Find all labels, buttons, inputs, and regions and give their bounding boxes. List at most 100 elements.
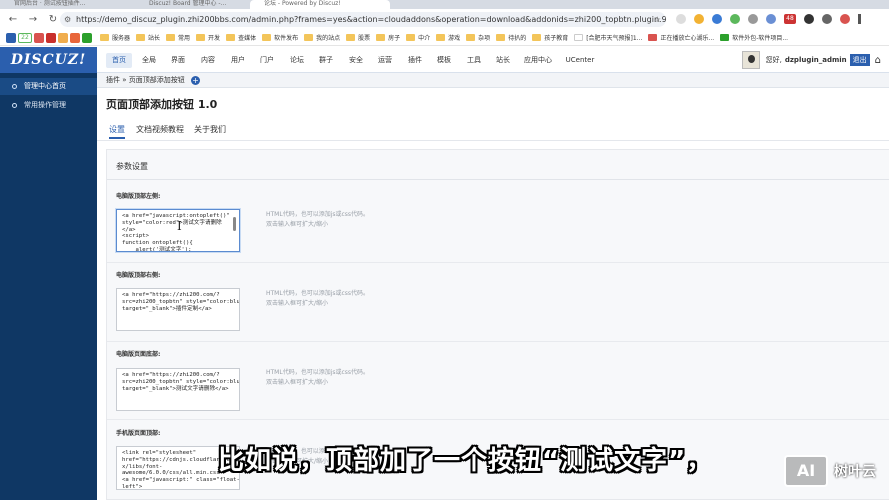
folder-icon — [406, 34, 416, 41]
textarea-scrollbar[interactable] — [233, 211, 237, 247]
bookmark-outsourcing[interactable]: 软件外包-软件项目... — [720, 33, 788, 42]
nav-plugins[interactable]: 插件 — [404, 53, 426, 68]
bookmark-folder-common[interactable]: 常用 — [166, 33, 190, 42]
browser-tab-3-active[interactable]: 论坛 - Powered by Discuz! — [250, 0, 390, 9]
breadcrumb: 插件 » 页面顶部添加按钮 + — [97, 73, 889, 88]
nav-users[interactable]: 用户 — [227, 53, 249, 68]
browser-toolbar: ← → ↻ ⚙ https://demo_discuz_plugin.zhi20… — [0, 9, 889, 30]
browser-tab-strip: 官网后台 · 测试按钮插件... Discuz! Board 管理中心 -...… — [0, 0, 889, 9]
hint-line-1: HTML代码，也可以添加js或css代码。 — [266, 369, 370, 376]
tab-video-tutorials[interactable]: 文档视频教程 — [136, 124, 184, 135]
nav-interface[interactable]: 界面 — [167, 53, 189, 68]
extension-badge-icon[interactable]: 48 — [784, 14, 796, 24]
bookmark-folder-dev[interactable]: 开发 — [196, 33, 220, 42]
bookmarks-bar: 22 服务器 站长 常用 开发 查媒体 软件发布 我的站点 股票 房子 中介 游… — [0, 30, 889, 46]
bookmark-weather[interactable]: [合肥市天气预报]1... — [574, 33, 642, 42]
section-title: 参数设置 — [116, 162, 148, 171]
profile-icon[interactable] — [840, 14, 850, 24]
nav-portal[interactable]: 门户 — [256, 53, 278, 68]
home-icon[interactable]: ⌂ — [875, 55, 881, 66]
sidebar-item-admin-home[interactable]: 管理中心首页 — [0, 78, 97, 95]
extension-icon-4[interactable] — [730, 14, 740, 24]
field-hint-pc-top-left: HTML代码，也可以添加js或css代码。 双击输入框可扩大/缩小 — [266, 210, 369, 230]
bookmark-app-icon-1[interactable] — [6, 32, 16, 43]
extension-icon-6[interactable] — [766, 14, 776, 24]
nav-templates[interactable]: 模板 — [433, 53, 455, 68]
bookmark-folder-house[interactable]: 房子 — [376, 33, 400, 42]
extension-icon-3[interactable] — [712, 14, 722, 24]
extension-icon-1[interactable] — [676, 14, 686, 24]
watermark-logo: AI 树叶云 — [784, 454, 884, 488]
hint-line-1: HTML代码，也可以添加js或css代码。 — [266, 211, 370, 218]
textarea-pc-top-right[interactable]: <a href="https://zhi200.com/? src=zhi200… — [116, 288, 240, 331]
bookmark-folder-admin[interactable]: 站长 — [136, 33, 160, 42]
site-info-icon[interactable]: ⚙ — [64, 12, 71, 27]
folder-icon — [100, 34, 109, 41]
folder-icon — [496, 34, 506, 41]
bookmark-folder-misc[interactable]: 杂项 — [466, 33, 490, 42]
menu-icon[interactable] — [858, 14, 861, 24]
scrollbar-thumb[interactable] — [233, 217, 236, 231]
sidebar-item-common-ops[interactable]: 常用操作管理 — [0, 97, 97, 114]
extension-icon-9[interactable] — [822, 14, 832, 24]
logout-button[interactable]: 退出 — [849, 54, 870, 66]
greeting-text: 您好, — [765, 56, 782, 64]
nav-webmaster[interactable]: 站长 — [492, 53, 514, 68]
nav-security[interactable]: 安全 — [345, 53, 367, 68]
extension-icons: 48 — [676, 12, 869, 24]
bookmark-music[interactable]: 正在播放亡心湖乐... — [648, 33, 714, 42]
reload-icon[interactable]: ↻ — [46, 13, 60, 27]
bookmark-folder-games[interactable]: 游戏 — [436, 33, 460, 42]
bookmark-app-icon-2[interactable] — [34, 32, 44, 43]
extension-icon-2[interactable] — [694, 14, 704, 24]
textarea-pc-page-bottom[interactable]: <a href="https://zhi200.com/? src=zhi200… — [116, 368, 240, 411]
bookmark-folder-software[interactable]: 软件发布 — [262, 33, 298, 42]
nav-operations[interactable]: 运营 — [374, 53, 396, 68]
browser-tab-1[interactable]: 官网后台 · 测试按钮插件... — [0, 0, 120, 9]
field-divider — [107, 341, 889, 342]
tab-divider — [97, 140, 889, 141]
avatar[interactable] — [741, 51, 760, 69]
username[interactable]: dzplugin_admin — [785, 56, 847, 64]
extension-icon-8[interactable] — [804, 14, 814, 24]
folder-icon — [166, 34, 176, 41]
extension-icon-5[interactable] — [748, 14, 758, 24]
bookmark-app-icon-4[interactable] — [58, 32, 68, 43]
add-shortcut-icon[interactable]: + — [190, 76, 200, 85]
music-icon — [648, 34, 658, 41]
bookmark-app-icon-5[interactable] — [70, 32, 80, 43]
address-bar[interactable]: ⚙ https://demo_discuz_plugin.zhi200bbs.c… — [60, 12, 666, 27]
text-cursor-icon: I — [177, 219, 182, 233]
field-hint-pc-top-right: HTML代码，也可以添加js或css代码。 双击输入框可扩大/缩小 — [266, 289, 369, 309]
bookmark-folder-sites[interactable]: 我的站点 — [304, 33, 340, 42]
bookmark-counter-icon[interactable]: 22 — [18, 32, 32, 43]
nav-global[interactable]: 全局 — [138, 53, 160, 68]
folder-icon — [376, 34, 386, 41]
discuz-logo[interactable]: DISCUZ! — [0, 47, 97, 73]
bookmark-folder-servers[interactable]: 服务器 — [100, 33, 130, 42]
bookmark-star-icon[interactable]: ☆ — [654, 12, 661, 27]
bookmark-folder-media[interactable]: 查媒体 — [226, 33, 256, 42]
back-icon[interactable]: ← — [6, 13, 20, 27]
bookmark-folder-agent[interactable]: 中介 — [406, 33, 430, 42]
folder-icon — [466, 34, 476, 41]
forward-icon[interactable]: → — [26, 13, 40, 27]
nav-content[interactable]: 内容 — [197, 53, 219, 68]
tab-about-us[interactable]: 关于我们 — [194, 124, 226, 135]
circle-icon — [12, 103, 17, 108]
bookmark-folder-stocks[interactable]: 股票 — [346, 33, 370, 42]
browser-tab-2[interactable]: Discuz! Board 管理中心 -... — [135, 0, 255, 9]
tab-settings[interactable]: 设置 — [109, 124, 125, 139]
nav-ucenter[interactable]: UCenter — [563, 53, 597, 68]
bookmark-folder-todo[interactable]: 待扒的 — [496, 33, 526, 42]
nav-tools[interactable]: 工具 — [463, 53, 485, 68]
bookmark-app-icon-6[interactable] — [82, 32, 92, 43]
nav-home[interactable]: 首页 — [106, 53, 132, 68]
page-title: 页面顶部添加按钮 1.0 — [106, 98, 218, 111]
folder-icon — [532, 34, 542, 41]
nav-group[interactable]: 群子 — [315, 53, 337, 68]
nav-forum[interactable]: 论坛 — [286, 53, 308, 68]
bookmark-folder-education[interactable]: 孩子教育 — [532, 33, 568, 42]
nav-app-center[interactable]: 应用中心 — [521, 53, 555, 68]
bookmark-app-icon-3[interactable] — [46, 32, 56, 43]
